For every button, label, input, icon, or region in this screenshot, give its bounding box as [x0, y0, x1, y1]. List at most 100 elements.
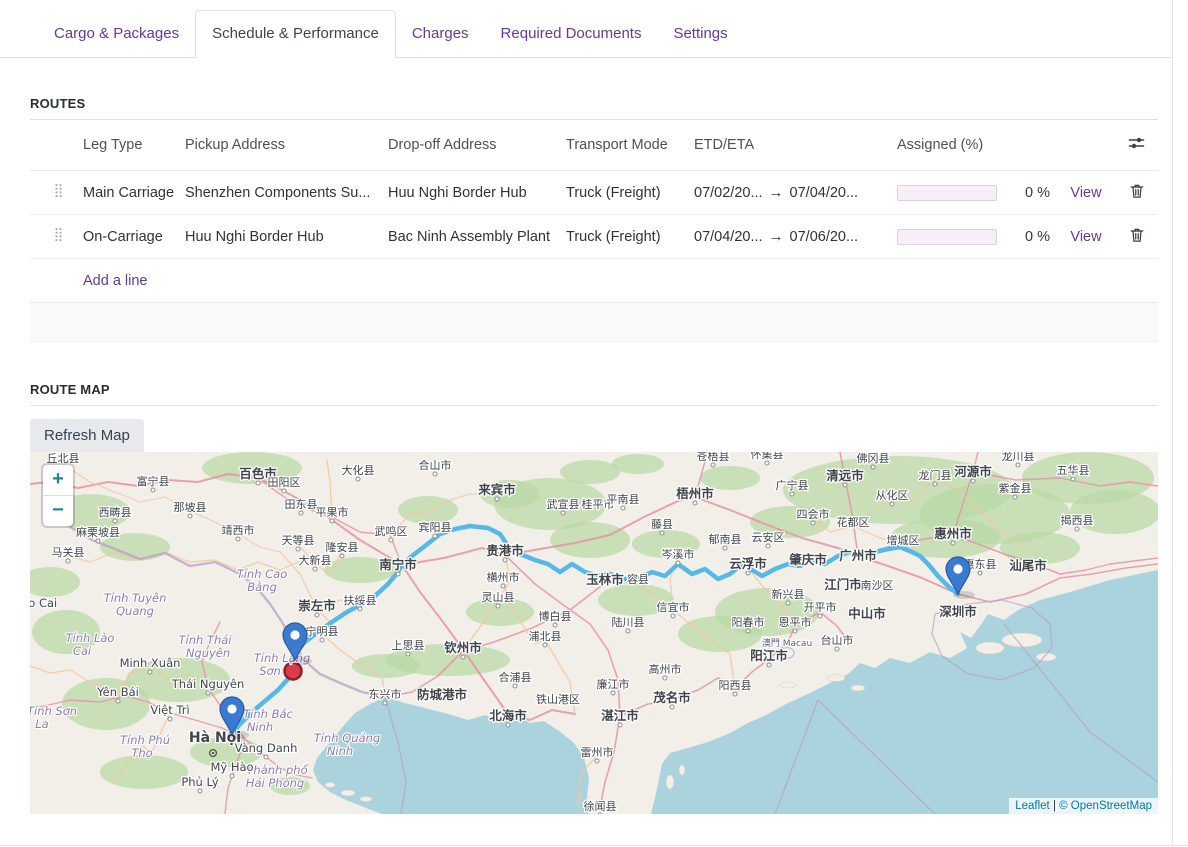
map-tiles-layer: 百色市南宁市来宾市贵港市梧州市广州市云浮市肇庆市惠州市深圳市中山市江门市崇左市河…: [30, 452, 1158, 814]
add-a-line-link[interactable]: Add a line: [30, 259, 1158, 303]
svg-text:龙门县: 龙门县: [919, 468, 952, 482]
svg-text:Yên Bái: Yên Bái: [96, 685, 139, 699]
svg-text:Minh Xuân: Minh Xuân: [120, 656, 181, 670]
svg-text:武宣县: 武宣县: [547, 497, 580, 511]
svg-text:大新县: 大新县: [299, 553, 332, 567]
svg-text:崇左市: 崇左市: [298, 598, 336, 613]
etd-eta-cell[interactable]: 07/04/20... → 07/06/20...: [694, 228, 897, 245]
sheet-bottom-border: [0, 845, 1188, 846]
drag-handle-icon[interactable]: [54, 227, 63, 246]
svg-text:徐闻县: 徐闻县: [584, 799, 617, 813]
view-route-link[interactable]: View: [1057, 185, 1115, 201]
svg-text:茂名市: 茂名市: [653, 690, 691, 705]
leg-type-cell[interactable]: On-Carriage: [83, 229, 185, 245]
optional-columns-icon[interactable]: [1128, 136, 1145, 154]
svg-text:那坡县: 那坡县: [174, 501, 207, 514]
delete-row-icon[interactable]: [1129, 182, 1145, 203]
svg-text:开平市: 开平市: [804, 600, 837, 614]
svg-text:田阳区: 田阳区: [268, 476, 301, 489]
tab-required-documents[interactable]: Required Documents: [485, 10, 658, 57]
svg-text:云安区: 云安区: [752, 530, 785, 544]
svg-text:增城区: 增城区: [887, 533, 920, 547]
svg-text:Phủ Lý: Phủ Lý: [181, 775, 219, 789]
tab-schedule-performance[interactable]: Schedule & Performance: [195, 10, 396, 58]
svg-text:田东县: 田东县: [285, 498, 318, 511]
refresh-map-button[interactable]: Refresh Map: [30, 419, 144, 452]
zoom-in-button[interactable]: +: [43, 465, 73, 495]
arrow-right-icon: →: [769, 184, 784, 201]
svg-text:Nguyên: Nguyên: [186, 646, 230, 660]
svg-text:广宁县: 广宁县: [776, 478, 809, 492]
pickup-address-cell[interactable]: Huu Nghi Border Hub: [185, 229, 388, 245]
svg-text:花都区: 花都区: [837, 516, 870, 529]
svg-text:Bằng: Bằng: [247, 580, 277, 594]
attribution-divider: |: [1053, 800, 1056, 812]
svg-text:怀集县: 怀集县: [751, 452, 784, 461]
svg-text:Tỉnh Cao: Tỉnh Cao: [237, 567, 288, 581]
dropoff-address-cell[interactable]: Bac Ninh Assembly Plant: [388, 229, 566, 245]
svg-text:深圳市: 深圳市: [939, 604, 977, 619]
svg-text:Thọ: Thọ: [131, 746, 152, 760]
assigned-progress-cell: [897, 185, 1005, 201]
svg-text:Mỹ Hào: Mỹ Hào: [210, 760, 253, 774]
svg-text:惠州市: 惠州市: [934, 526, 972, 541]
svg-text:从化区: 从化区: [876, 488, 909, 502]
svg-text:Tỉnh Lào: Tỉnh Lào: [66, 631, 115, 645]
svg-text:肇庆市: 肇庆市: [789, 552, 827, 567]
route-row-2: On-Carriage Huu Nghi Border Hub Bac Ninh…: [30, 215, 1158, 259]
tab-cargo-packages[interactable]: Cargo & Packages: [38, 10, 195, 57]
etd-date[interactable]: 07/02/20...: [694, 185, 763, 201]
svg-text:梧州市: 梧州市: [676, 486, 714, 501]
svg-text:Lào Cai: Lào Cai: [30, 596, 57, 610]
drag-handle-icon[interactable]: [54, 183, 63, 202]
delete-row-icon[interactable]: [1129, 226, 1145, 247]
svg-text:藤县: 藤县: [651, 518, 673, 531]
svg-text:富宁县: 富宁县: [137, 474, 170, 488]
svg-text:云浮市: 云浮市: [729, 556, 767, 571]
eta-date[interactable]: 07/06/20...: [790, 229, 859, 245]
transport-mode-cell[interactable]: Truck (Freight): [566, 185, 694, 201]
view-route-link[interactable]: View: [1057, 229, 1115, 245]
route-row-1: Main Carriage Shenzhen Components Su... …: [30, 171, 1158, 215]
svg-text:Tỉnh Phú: Tỉnh Phú: [120, 733, 170, 747]
svg-text:Ninh: Ninh: [327, 744, 353, 758]
assigned-percent: 0 %: [1005, 229, 1057, 245]
col-header-transport-mode: Transport Mode: [566, 137, 694, 153]
leg-type-cell[interactable]: Main Carriage: [83, 185, 185, 201]
assigned-percent: 0 %: [1005, 185, 1057, 201]
transport-mode-cell[interactable]: Truck (Freight): [566, 229, 694, 245]
leaflet-map-canvas[interactable]: 百色市南宁市来宾市贵港市梧州市广州市云浮市肇庆市惠州市深圳市中山市江门市崇左市河…: [30, 452, 1158, 814]
etd-date[interactable]: 07/04/20...: [694, 229, 763, 245]
freight-order-form: Cargo & Packages Schedule & Performance …: [0, 0, 1188, 814]
dropoff-address-cell[interactable]: Huu Nghi Border Hub: [388, 185, 566, 201]
etd-eta-cell[interactable]: 07/02/20... → 07/04/20...: [694, 184, 897, 201]
col-header-dropoff: Drop-off Address: [388, 137, 566, 153]
svg-text:清远市: 清远市: [826, 468, 864, 483]
svg-text:岑溪市: 岑溪市: [662, 547, 695, 561]
svg-text:高州市: 高州市: [649, 662, 682, 676]
svg-text:阳江市: 阳江市: [750, 648, 788, 663]
svg-text:玉林市: 玉林市: [586, 572, 624, 587]
tab-settings[interactable]: Settings: [657, 10, 743, 57]
pickup-address-cell[interactable]: Shenzhen Components Su...: [185, 185, 388, 201]
svg-text:贵港市: 贵港市: [486, 543, 524, 558]
svg-text:五华县: 五华县: [1057, 463, 1090, 477]
svg-text:靖西市: 靖西市: [222, 523, 255, 537]
sheet-right-border: [1172, 0, 1173, 845]
assigned-progress-cell: [897, 229, 1005, 245]
eta-date[interactable]: 07/04/20...: [790, 185, 859, 201]
leaflet-link[interactable]: Leaflet: [1015, 800, 1050, 812]
svg-text:广州市: 广州市: [839, 548, 877, 563]
svg-text:陆川县: 陆川县: [612, 615, 645, 629]
svg-text:汕尾市: 汕尾市: [1009, 558, 1047, 573]
svg-text:钦州市: 钦州市: [444, 640, 482, 655]
svg-text:Tỉnh Quảng: Tỉnh Quảng: [314, 731, 380, 745]
tab-charges[interactable]: Charges: [396, 10, 485, 57]
svg-text:大化县: 大化县: [342, 463, 375, 477]
svg-text:Tỉnh Bắc: Tỉnh Bắc: [243, 707, 293, 721]
svg-text:平果市: 平果市: [316, 505, 349, 519]
openstreetmap-link[interactable]: © OpenStreetMap: [1059, 800, 1152, 812]
zoom-out-button[interactable]: −: [43, 495, 73, 526]
svg-text:防城港市: 防城港市: [417, 687, 468, 702]
svg-text:北海市: 北海市: [489, 708, 527, 723]
